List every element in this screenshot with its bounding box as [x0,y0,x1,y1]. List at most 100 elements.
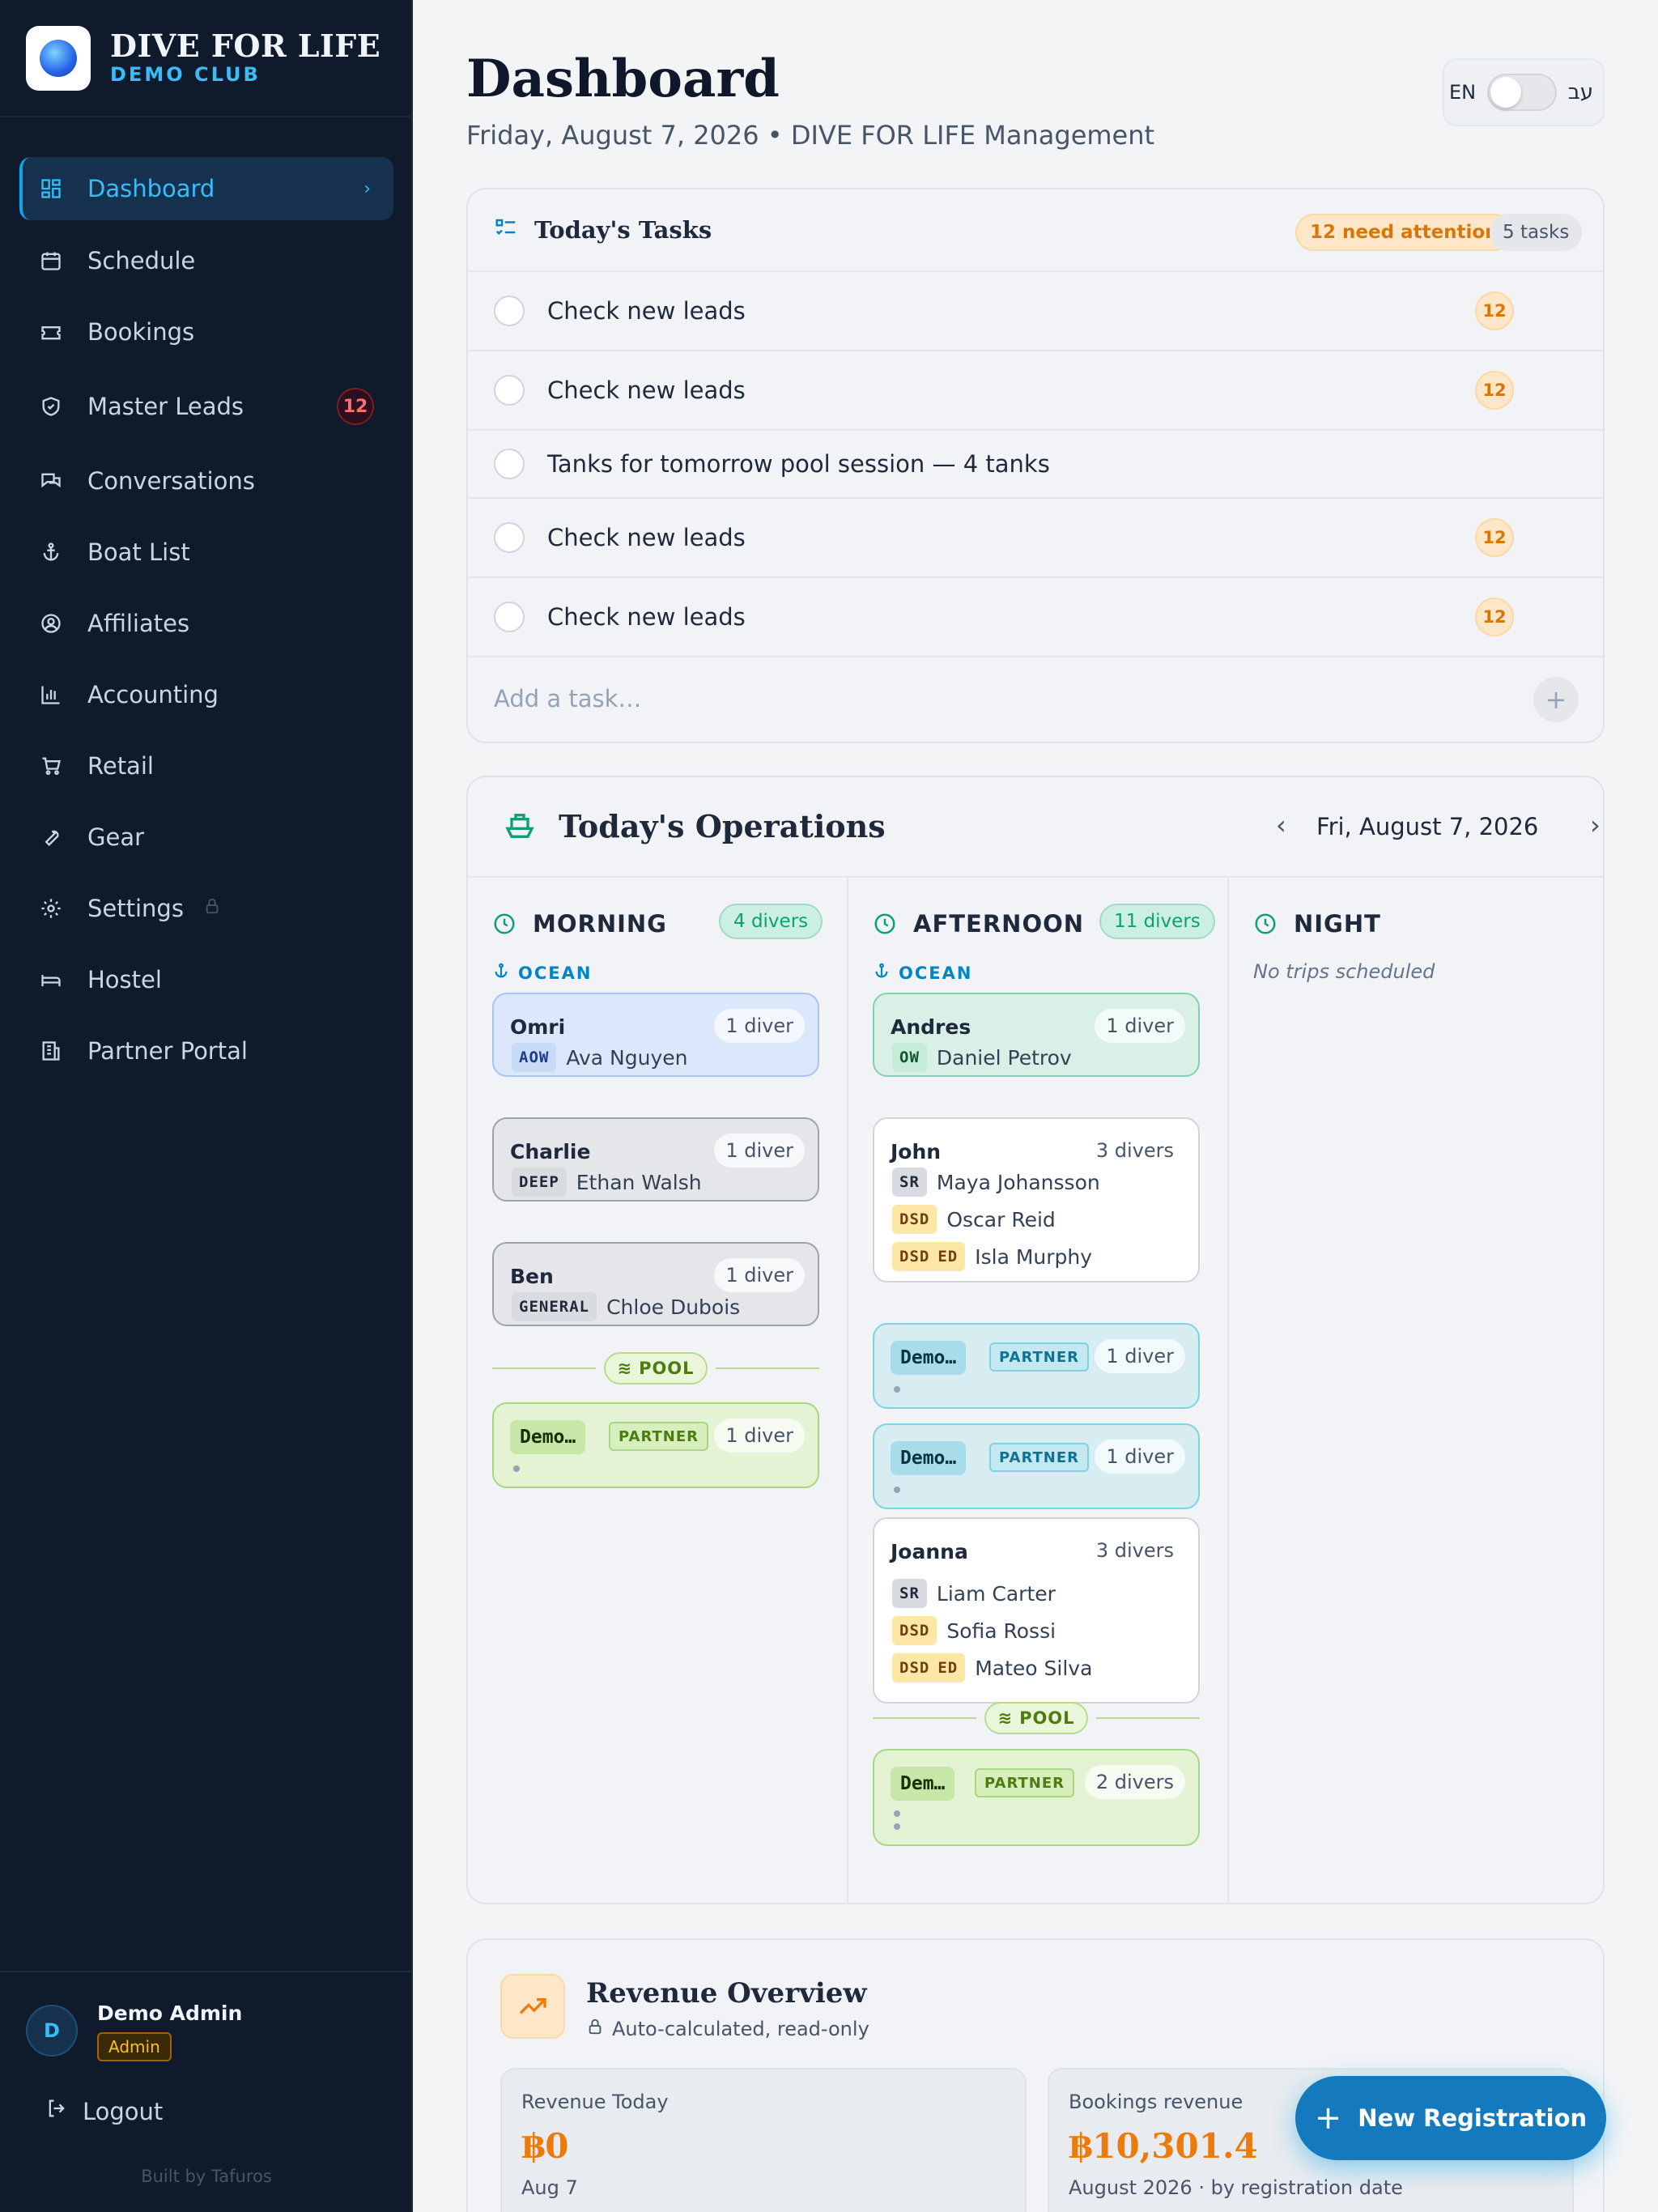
task-checkbox[interactable] [494,602,525,632]
revenue-note: Aug 7 [521,2176,578,2199]
diver-dot [894,1823,900,1830]
task-checkbox[interactable] [494,375,525,406]
partner-tag: PARTNER [989,1342,1090,1372]
trip-card[interactable]: Demo… PARTNER 1 diver [873,1423,1200,1509]
trip-card[interactable]: Charlie 1 diver DEEP Ethan Walsh [492,1117,819,1202]
task-checkbox[interactable] [494,449,525,479]
trip-card[interactable]: Demo… PARTNER 1 diver [873,1323,1200,1409]
sidebar-item-affiliates[interactable]: Affiliates [19,592,393,655]
chevron-right-icon: › [363,178,371,199]
trip-guide: Charlie [510,1140,591,1163]
sidebar-item-boat-list[interactable]: Boat List [19,521,393,584]
sidebar-item-dashboard[interactable]: Dashboard › [19,157,393,220]
logout-button[interactable]: Logout [45,2097,163,2125]
pool-divider: ≋ POOL [873,1702,1200,1734]
sidebar-item-label: Settings [87,895,184,922]
dashboard-icon [39,177,63,201]
diver-row: SR Maya Johansson [892,1168,1100,1197]
language-toggle[interactable]: EN עב [1443,58,1605,126]
waves-icon: ≋ [997,1708,1014,1728]
club-logo[interactable] [26,26,91,91]
sidebar-item-hostel[interactable]: Hostel [19,948,393,1011]
ticket-icon [39,320,63,344]
sidebar-item-gear[interactable]: Gear [19,806,393,869]
add-task-button[interactable]: + [1533,677,1579,722]
task-text: Check new leads [547,524,746,551]
trip-guide: John [891,1140,942,1163]
cart-icon [39,754,63,778]
trip-diver-count: 1 diver [714,1134,805,1168]
cert-tag: AOW [512,1043,557,1072]
morning-divers-badge: 4 divers [719,904,823,939]
diver-name: Sofia Rossi [946,1619,1056,1643]
task-row: Check new leads 12 [468,351,1603,431]
attention-badge: 12 need attention [1295,214,1513,251]
gear-icon [39,896,63,921]
add-task-input[interactable]: Add a task… [494,685,641,713]
task-checkbox[interactable] [494,296,525,326]
ocean-label: OCEAN [873,962,972,984]
sidebar-item-retail[interactable]: Retail [19,734,393,798]
trip-guide: Omri [510,1015,566,1039]
next-day-button[interactable]: › [1590,810,1601,840]
sidebar-item-conversations[interactable]: Conversations [19,449,393,513]
cert-tag: DEEP [512,1168,567,1197]
ocean-label-text: OCEAN [899,963,973,983]
partner-tag: PARTNER [989,1443,1090,1472]
new-registration-button[interactable]: + New Registration [1295,2076,1606,2160]
chat-icon [39,469,63,493]
revenue-note: August 2026 · by registration date [1069,2176,1403,2199]
operations-card: Today's Operations ‹ Fri, August 7, 2026… [466,776,1605,1904]
diver-row: DSD Sofia Rossi [892,1616,1056,1645]
anchor-icon [39,540,63,564]
trip-card[interactable]: Omri 1 diver AOW Ava Nguyen [492,993,819,1077]
task-badge: 12 [1475,598,1514,636]
bed-icon [39,968,63,992]
avatar[interactable]: D [26,2005,78,2057]
diver-name: Mateo Silva [975,1656,1093,1680]
trip-diver-count: 1 diver [1095,1339,1185,1373]
night-title: NIGHT [1294,910,1381,938]
sidebar-item-label: Schedule [87,247,196,274]
revenue-value: ฿10,301.4 [1069,2126,1258,2166]
morning-column: MORNING 4 divers OCEAN Omri 1 diver AOW A… [468,878,847,1903]
sidebar-item-master-leads[interactable]: Master Leads 12 [19,375,393,438]
diver-row: DSD Oscar Reid [892,1205,1056,1234]
diver-dot [894,1487,900,1493]
operations-date: Fri, August 7, 2026 [1316,813,1539,840]
trip-card[interactable]: Demo… PARTNER 1 diver [492,1402,819,1488]
sidebar-item-accounting[interactable]: Accounting [19,663,393,726]
cert-tag: DSD [892,1616,937,1645]
diver-name: Maya Johansson [936,1170,1100,1194]
diver-name: Ava Nguyen [566,1045,688,1070]
cert-tag: SR [892,1579,927,1608]
trip-diver-count: 1 diver [714,1258,805,1292]
diver-row: AOW Ava Nguyen [512,1043,687,1072]
globe-icon [40,40,77,77]
leads-count-badge: 12 [337,388,374,425]
trip-card[interactable]: Ben 1 diver GENERAL Chloe Dubois [492,1242,819,1326]
diver-name: Chloe Dubois [606,1295,741,1319]
sidebar-item-label: Boat List [87,538,190,566]
shield-icon [39,394,63,419]
revenue-subtitle: Auto-calculated, read-only [586,2018,869,2040]
sidebar-item-schedule[interactable]: Schedule [19,229,393,292]
trip-card[interactable]: Joanna 3 divers SR Liam Carter DSD Sofia R… [873,1517,1200,1704]
trip-card[interactable]: Dem… PARTNER 2 divers [873,1749,1200,1846]
ocean-label-text: OCEAN [518,963,593,983]
diver-dot [894,1386,900,1393]
pool-label-text: POOL [1019,1708,1075,1728]
switch-knob [1490,77,1521,108]
prev-day-button[interactable]: ‹ [1276,810,1286,840]
trip-card[interactable]: John 3 divers SR Maya Johansson DSD Oscar … [873,1117,1200,1283]
trip-card[interactable]: Andres 1 diver OW Daniel Petrov [873,993,1200,1077]
boat-icon [504,810,536,845]
sidebar-item-label: Conversations [87,467,255,495]
sidebar-item-bookings[interactable]: Bookings [19,300,393,364]
sidebar-item-settings[interactable]: Settings [19,877,393,940]
language-switch[interactable] [1486,74,1557,111]
task-checkbox[interactable] [494,522,525,553]
sidebar-item-partner-portal[interactable]: Partner Portal [19,1019,393,1083]
task-row: Check new leads 12 [468,499,1603,578]
lock-icon [586,2018,604,2040]
